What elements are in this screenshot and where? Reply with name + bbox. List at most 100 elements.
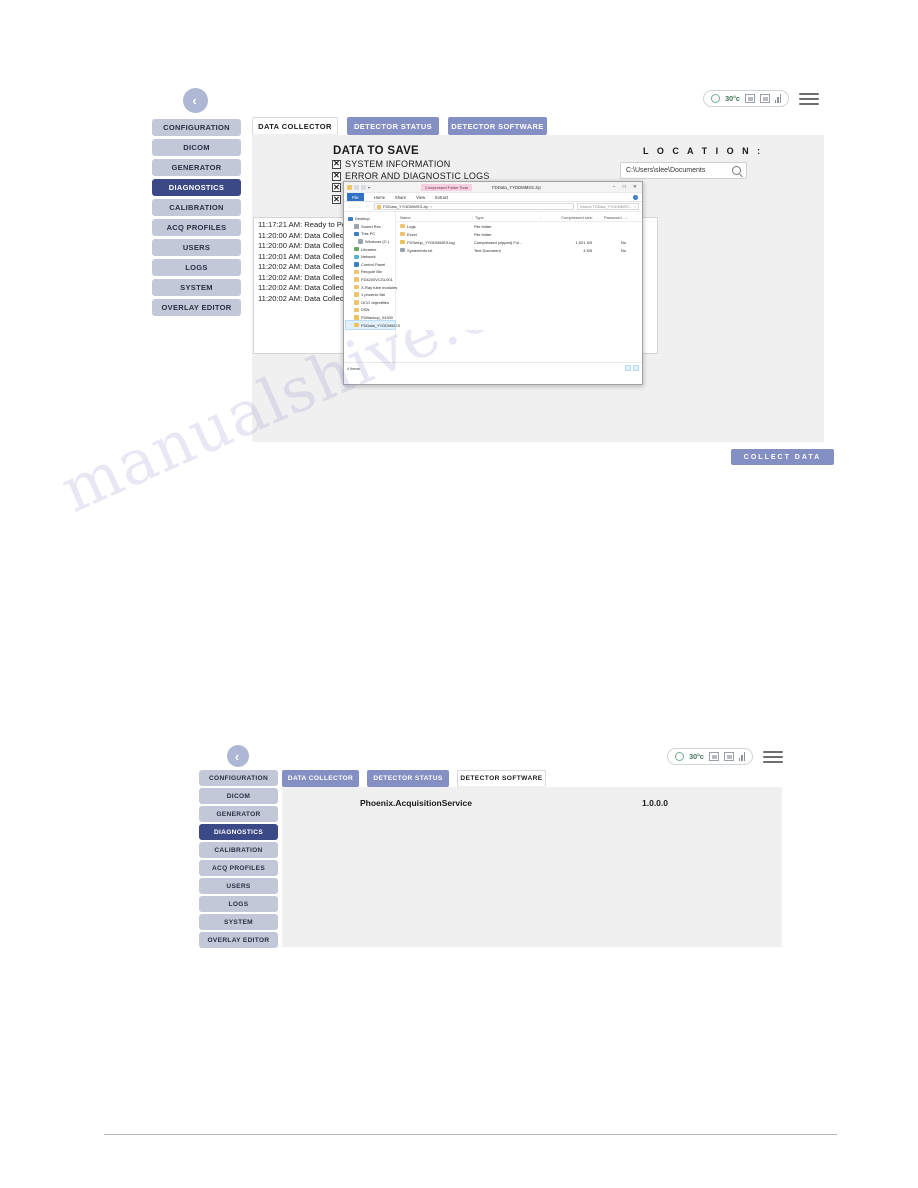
zip-icon bbox=[354, 315, 359, 320]
sidebar-item-diagnostics[interactable]: DIAGNOSTICS bbox=[199, 824, 278, 840]
tree-item[interactable]: FDBackup_04300 bbox=[346, 314, 395, 322]
help-icon[interactable]: ? bbox=[633, 195, 638, 200]
sidebar-item-overlay-editor[interactable]: OVERLAY EDITOR bbox=[199, 932, 278, 948]
sidebar-item-system[interactable]: SYSTEM bbox=[199, 914, 278, 930]
tree-item[interactable]: Libraries bbox=[346, 245, 395, 253]
chevron-right-icon[interactable]: › bbox=[430, 204, 431, 209]
file-compressed-size: 4 KB bbox=[583, 247, 592, 253]
back-button[interactable]: ‹ bbox=[227, 745, 249, 767]
column-header-password[interactable]: Password ... bbox=[592, 215, 626, 220]
window-controls[interactable]: − □ ✕ bbox=[613, 182, 640, 193]
status-pill: 30°c bbox=[667, 748, 754, 765]
drive-icon bbox=[358, 239, 363, 244]
file-row[interactable]: FDSetup_YYDDMMSS.log Compressed (zipped)… bbox=[396, 238, 642, 246]
navigation-pane[interactable]: Desktop Sound Rec This PC Windows (C:) L… bbox=[344, 212, 400, 362]
sidebar-label: CALIBRATION bbox=[214, 846, 263, 854]
explorer-search-input[interactable]: Search FDData_YYDDMMSS... ⌕ bbox=[577, 202, 639, 211]
column-header-name[interactable]: Name bbox=[398, 215, 472, 220]
file-size: 1,521 KB bbox=[626, 240, 642, 245]
network-icon bbox=[354, 254, 359, 260]
tree-item[interactable]: FD4200VCGL001 bbox=[346, 276, 395, 284]
file-list-header: Name Type Compressed size Password ... S… bbox=[396, 214, 642, 222]
sidebar-label: GENERATOR bbox=[216, 810, 261, 818]
hamburger-icon[interactable] bbox=[763, 750, 784, 763]
tab-data-collector[interactable]: DATA COLLECTOR bbox=[282, 770, 359, 787]
explorer-ribbon: File Home Share View Extract ? bbox=[344, 193, 642, 202]
tree-item[interactable]: Windows (C:) bbox=[346, 238, 395, 246]
contextual-tab-label: Compressed Folder Tools bbox=[421, 183, 473, 191]
file-password: No bbox=[620, 239, 626, 245]
tree-item[interactable]: Recycle Bin bbox=[346, 268, 395, 276]
tree-item[interactable]: 1 phoenix flat bbox=[346, 291, 395, 299]
ribbon-tab-share[interactable]: Share bbox=[395, 195, 406, 200]
sound-icon bbox=[354, 224, 359, 229]
sidebar-item-generator[interactable]: GENERATOR bbox=[199, 806, 278, 822]
chevron-down-icon[interactable]: ▾ bbox=[368, 185, 370, 190]
file-row[interactable]: SystemInfo.txt Text Document 4 KB No 12 … bbox=[396, 246, 642, 254]
sidebar-item-configuration[interactable]: CONFIGURATION bbox=[199, 770, 278, 786]
item-count: 4 items bbox=[347, 365, 360, 371]
sidebar-item-users[interactable]: USERS bbox=[199, 878, 278, 894]
explorer-title-bar[interactable]: ▾ Compressed Folder Tools FDData_YYDDMMS… bbox=[344, 182, 642, 193]
ribbon-tab-extract[interactable]: Extract bbox=[435, 195, 448, 200]
minimize-icon[interactable]: − bbox=[613, 185, 616, 190]
save-icon[interactable] bbox=[354, 184, 359, 190]
tree-item[interactable]: DSN bbox=[346, 306, 395, 314]
sidebar-label: SYSTEM bbox=[224, 918, 253, 926]
tree-item[interactable]: X-Ray tube modules bbox=[346, 283, 398, 291]
maximize-icon[interactable]: □ bbox=[623, 185, 626, 190]
explorer-address-bar: ← → ↑ FDData_YYDDMMSS.zip › Search FDDat… bbox=[344, 202, 642, 212]
file-name: SystemInfo.txt bbox=[407, 247, 433, 253]
sidebar-item-logs[interactable]: LOGS bbox=[199, 896, 278, 912]
details-view-icon[interactable] bbox=[625, 365, 631, 371]
tree-item[interactable]: Desktop bbox=[346, 215, 395, 223]
tab-label: DATA COLLECTOR bbox=[287, 775, 354, 782]
screenshot-detector-software: ‹ 30°c CONFIGURATION DICOM GENERATOR DIA… bbox=[0, 0, 918, 1188]
tree-label: X-Ray tube modules bbox=[361, 284, 398, 290]
tree-item[interactable]: OCO objectfiles bbox=[346, 299, 395, 307]
tree-item-selected[interactable]: FDData_YYDDMMSS bbox=[345, 320, 400, 330]
file-list[interactable]: Name Type Compressed size Password ... S… bbox=[396, 212, 642, 362]
sidebar-label: ACQ PROFILES bbox=[211, 864, 266, 872]
footer-divider bbox=[104, 1134, 837, 1135]
tab-detector-software[interactable]: DETECTOR SOFTWARE bbox=[457, 770, 546, 787]
folder-icon bbox=[354, 292, 359, 297]
tiles-view-icon[interactable] bbox=[633, 365, 639, 371]
quick-access-toolbar[interactable]: ▾ bbox=[344, 184, 370, 190]
column-header-type[interactable]: Type bbox=[472, 215, 540, 220]
back-icon[interactable]: ← bbox=[347, 204, 353, 210]
content-panel bbox=[282, 787, 782, 947]
file-row[interactable]: Excel File folder bbox=[396, 230, 642, 238]
file-type: File folder bbox=[474, 231, 492, 237]
tab-label: DETECTOR SOFTWARE bbox=[460, 775, 543, 782]
sidebar-label: CONFIGURATION bbox=[208, 774, 269, 782]
column-header-size[interactable]: Size bbox=[626, 215, 642, 220]
ribbon-tab-view[interactable]: View bbox=[416, 195, 425, 200]
tree-item[interactable]: Network bbox=[346, 253, 395, 261]
view-mode-buttons[interactable] bbox=[625, 365, 639, 371]
folder-icon bbox=[354, 277, 359, 282]
up-icon[interactable]: ↑ bbox=[365, 204, 371, 210]
windows-explorer-dialog[interactable]: ▾ Compressed Folder Tools FDData_YYDDMMS… bbox=[343, 181, 643, 385]
column-header-compressed-size[interactable]: Compressed size bbox=[540, 215, 592, 220]
tree-item[interactable]: Control Panel bbox=[346, 261, 395, 269]
folder-icon bbox=[400, 223, 405, 229]
file-row[interactable]: Logs File folder bbox=[396, 222, 642, 230]
signal-icon bbox=[738, 752, 746, 761]
sidebar-label: LOGS bbox=[228, 900, 249, 908]
forward-icon[interactable]: → bbox=[356, 204, 362, 210]
sidebar-item-dicom[interactable]: DICOM bbox=[199, 788, 278, 804]
tree-item[interactable]: Sound Rec bbox=[346, 223, 395, 231]
tab-detector-status[interactable]: DETECTOR STATUS bbox=[367, 770, 449, 787]
tree-label: Desktop bbox=[355, 216, 370, 222]
sidebar-item-calibration[interactable]: CALIBRATION bbox=[199, 842, 278, 858]
ribbon-tab-file[interactable]: File bbox=[347, 193, 364, 201]
close-icon[interactable]: ✕ bbox=[633, 185, 637, 190]
explorer-status-bar: 4 items bbox=[344, 362, 642, 373]
undo-icon[interactable] bbox=[361, 184, 366, 190]
file-type: File folder bbox=[474, 223, 492, 229]
sidebar-item-acq-profiles[interactable]: ACQ PROFILES bbox=[199, 860, 278, 876]
breadcrumb[interactable]: FDData_YYDDMMSS.zip › bbox=[374, 202, 574, 211]
ribbon-tab-home[interactable]: Home bbox=[374, 195, 385, 200]
tree-item[interactable]: This PC bbox=[346, 230, 395, 238]
